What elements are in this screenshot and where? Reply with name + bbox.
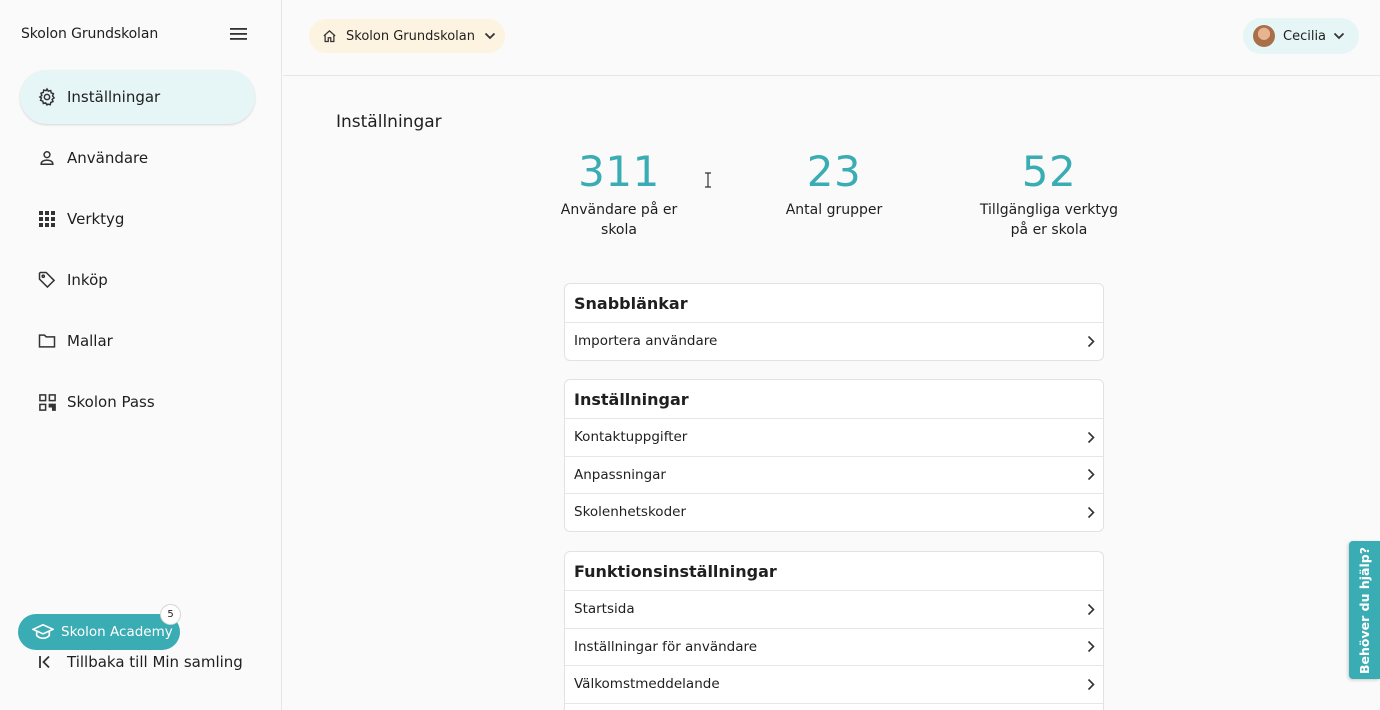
chevron-right-icon [1087,468,1095,481]
stat-users: 311 Användare på er skola [539,148,699,240]
help-tab-label: Behöver du hjälp? [1357,546,1372,674]
row-skolenhetskoder[interactable]: Skolenhetskoder [565,493,1103,531]
chevron-down-icon [1333,32,1345,40]
hamburger-menu-icon[interactable] [227,24,251,44]
sidebar-item-label: Inköp [67,271,108,289]
stat-label-line: Användare på er [560,202,678,218]
row-label: Välkomstmeddelande [574,676,720,693]
sidebar-item-anvandare[interactable]: Användare [20,131,255,185]
card-title: Inställningar [574,389,689,409]
stat-groups: 23 Antal grupper [754,148,914,220]
stat-label: Användare på er skola [539,200,699,240]
back-to-start-icon [38,655,56,669]
avatar [1253,25,1275,47]
stat-value: 52 [1021,147,1077,196]
row-label: Importera användare [574,333,718,350]
stat-label-line: Tillgängliga verktyg [979,202,1119,218]
row-importera-anvandare[interactable]: Importera användare [565,322,1103,360]
person-icon [37,148,57,168]
help-tab-button[interactable]: Behöver du hjälp? [1349,541,1380,679]
row-partial[interactable] [565,702,1103,710]
stat-label: Antal grupper [754,200,914,220]
quicklinks-card: Snabblänkar Importera användare [564,283,1104,361]
stat-tools: 52 Tillgängliga verktyg på er skola [969,148,1129,240]
sidebar-item-mallar[interactable]: Mallar [20,314,255,368]
row-label: Kontaktuppgifter [574,429,688,446]
school-selector[interactable]: Skolon Grundskolan [309,19,505,53]
sidebar-item-installningar[interactable]: Inställningar [20,70,255,124]
sidebar-nav: Inställningar Användare Verktyg Inköp Ma… [20,70,255,436]
row-anpassningar[interactable]: Anpassningar [565,455,1103,494]
row-label: Startsida [574,601,635,618]
sidebar-item-label: Inställningar [67,88,161,106]
settings-card: Inställningar Kontaktuppgifter Anpassnin… [564,379,1104,532]
gear-icon [37,87,57,107]
sidebar-item-inkop[interactable]: Inköp [20,253,255,307]
stat-label-line: Antal grupper [785,202,883,218]
user-menu-button[interactable]: Cecilia [1243,18,1359,54]
qr-code-icon [37,392,57,412]
school-selector-label: Skolon Grundskolan [346,28,475,44]
page-title: Inställningar [336,112,442,132]
sidebar-item-label: Skolon Pass [67,393,155,411]
back-label: Tillbaka till Min samling [67,653,243,671]
row-label: Anpassningar [574,466,666,483]
sidebar-item-label: Användare [67,149,149,167]
topbar: Skolon Grundskolan Cecilia [283,0,1380,76]
chevron-right-icon [1087,506,1095,519]
folder-icon [37,331,57,351]
feature-settings-card: Funktionsinställningar Startsida Inställ… [564,551,1104,710]
sidebar: Skolon Grundskolan Inställningar Använda… [0,0,282,710]
row-label: Inställningar för användare [574,638,758,655]
row-label: Skolenhetskoder [574,504,686,521]
row-kontaktuppgifter[interactable]: Kontaktuppgifter [565,418,1103,456]
skolon-academy-button[interactable]: Skolon Academy [18,614,180,650]
stat-value: 23 [806,147,862,196]
notification-badge: 5 [160,604,181,625]
stat-value: 311 [578,147,660,196]
stat-label: Tillgängliga verktyg på er skola [969,200,1129,240]
sidebar-item-label: Mallar [67,332,113,350]
sidebar-item-label: Verktyg [67,210,125,228]
chevron-right-icon [1087,431,1095,444]
stat-label-line: skola [601,222,637,238]
sidebar-header: Skolon Grundskolan [21,24,251,44]
chevron-right-icon [1087,335,1095,348]
grid-icon [37,209,57,229]
graduation-cap-icon [32,623,54,641]
sidebar-item-skolon-pass[interactable]: Skolon Pass [20,375,255,429]
row-installningar-for-anvandare[interactable]: Inställningar för användare [565,627,1103,666]
chevron-down-icon [484,32,496,40]
academy-label: Skolon Academy [61,624,173,640]
card-title: Funktionsinställningar [574,561,777,581]
back-to-collection-link[interactable]: Tillbaka till Min samling [38,652,243,672]
stat-label-line: på er skola [1010,222,1088,238]
chevron-right-icon [1087,640,1095,653]
row-valkomstmeddelande[interactable]: Välkomstmeddelande [565,665,1103,703]
text-cursor-icon [704,172,712,192]
card-title: Snabblänkar [574,293,688,313]
home-icon [322,29,337,44]
sidebar-school-title: Skolon Grundskolan [21,26,159,42]
tag-icon [37,270,57,290]
chevron-right-icon [1087,603,1095,616]
user-name: Cecilia [1283,28,1327,44]
chevron-right-icon [1087,678,1095,691]
row-startsida[interactable]: Startsida [565,590,1103,628]
sidebar-item-verktyg[interactable]: Verktyg [20,192,255,246]
